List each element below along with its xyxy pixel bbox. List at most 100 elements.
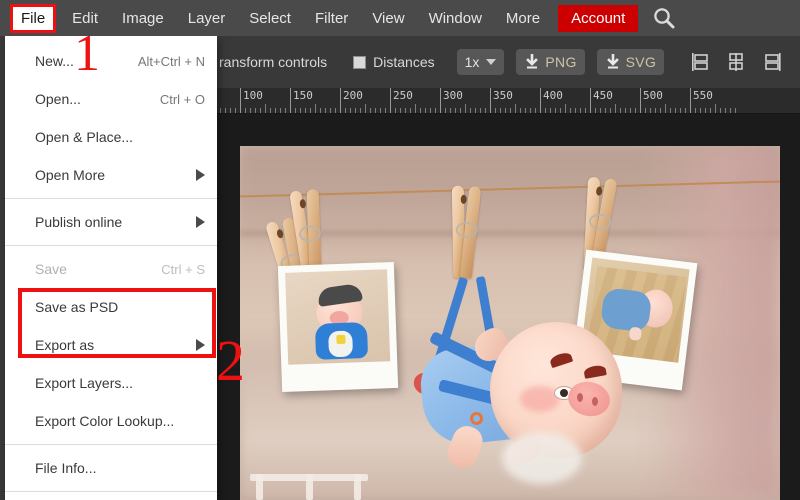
zoom-level-dropdown[interactable]: 1x <box>457 49 505 75</box>
menu-item-save: SaveCtrl + S <box>5 250 217 288</box>
align-button-group <box>690 51 784 73</box>
menu-item-shortcut: Ctrl + O <box>160 92 205 107</box>
pig-button <box>470 412 483 425</box>
ruler-label: 450 <box>593 89 613 102</box>
ruler-minor-tick <box>585 108 586 113</box>
ruler-minor-tick <box>265 104 266 113</box>
ruler-minor-tick <box>295 108 296 113</box>
menu-item-file-info[interactable]: File Info... <box>5 449 217 487</box>
menu-item-open-place[interactable]: Open & Place... <box>5 118 217 156</box>
clothespin-hole <box>299 199 306 209</box>
annotation-step-2: 2 <box>216 332 245 390</box>
ruler-minor-tick <box>380 108 381 113</box>
menu-item-export-layers[interactable]: Export Layers... <box>5 364 217 402</box>
menu-item-open-more[interactable]: Open More <box>5 156 217 194</box>
ruler-minor-tick <box>320 108 321 113</box>
menu-item-publish-online[interactable]: Publish online <box>5 203 217 241</box>
menu-item-new[interactable]: New...Alt+Ctrl + N <box>5 42 217 80</box>
document-image[interactable]: Piggy <box>240 146 780 500</box>
align-bottom-left-icon[interactable] <box>690 51 712 73</box>
ruler-minor-tick <box>405 108 406 113</box>
menu-item-export-color-lookup[interactable]: Export Color Lookup... <box>5 402 217 440</box>
ruler-minor-tick <box>505 108 506 113</box>
ruler-minor-tick <box>325 108 326 113</box>
ruler-minor-tick <box>570 108 571 113</box>
menu-item-label: Save <box>35 261 67 277</box>
menu-edit[interactable]: Edit <box>60 6 110 31</box>
ruler-minor-tick <box>315 104 316 113</box>
ruler-minor-tick <box>610 108 611 113</box>
search-icon[interactable] <box>652 6 676 30</box>
ruler-minor-tick <box>230 108 231 113</box>
ruler-minor-tick <box>605 108 606 113</box>
ruler-minor-tick <box>310 108 311 113</box>
ruler-major-tick <box>290 88 291 114</box>
ruler-minor-tick <box>725 108 726 113</box>
menu-image[interactable]: Image <box>110 6 176 31</box>
menu-more[interactable]: More <box>494 6 552 31</box>
align-bottom-center-icon[interactable] <box>726 51 748 73</box>
menu-layer[interactable]: Layer <box>176 6 238 31</box>
chevron-right-icon <box>196 339 205 351</box>
menu-filter[interactable]: Filter <box>303 6 360 31</box>
ruler-minor-tick <box>525 108 526 113</box>
canvas-area[interactable]: Piggy <box>215 114 800 500</box>
menu-file[interactable]: File <box>12 6 54 31</box>
account-button[interactable]: Account <box>558 5 638 32</box>
png-label: PNG <box>545 54 576 70</box>
ruler-minor-tick <box>705 108 706 113</box>
download-icon <box>524 54 540 71</box>
file-menu-dropdown[interactable]: New...Alt+Ctrl + NOpen...Ctrl + OOpen & … <box>5 36 217 500</box>
menu-view[interactable]: View <box>360 6 416 31</box>
zoom-level-value: 1x <box>465 54 480 70</box>
ruler-minor-tick <box>595 108 596 113</box>
ruler-minor-tick <box>510 108 511 113</box>
ruler-minor-tick <box>250 108 251 113</box>
ruler-minor-tick <box>455 108 456 113</box>
horizontal-ruler[interactable]: 100150200250300350400450500550 <box>215 88 800 114</box>
ruler-minor-tick <box>385 108 386 113</box>
ruler-minor-tick <box>330 108 331 113</box>
ruler-minor-tick <box>700 108 701 113</box>
ruler-minor-tick <box>270 108 271 113</box>
ruler-minor-tick <box>580 108 581 113</box>
ruler-major-tick <box>240 88 241 114</box>
ruler-major-tick <box>490 88 491 114</box>
menu-bar: File Edit Image Layer Select Filter View… <box>0 0 800 36</box>
ruler-major-tick <box>540 88 541 114</box>
background-fluff <box>502 432 582 484</box>
ruler-major-tick <box>640 88 641 114</box>
ruler-minor-tick <box>300 108 301 113</box>
export-svg-button[interactable]: SVG <box>597 49 664 75</box>
menu-item-export-as[interactable]: Export as <box>5 326 217 364</box>
menu-separator <box>5 245 217 246</box>
ruler-minor-tick <box>635 108 636 113</box>
ruler-minor-tick <box>425 108 426 113</box>
menu-item-label: Open More <box>35 167 105 183</box>
ruler-minor-tick <box>615 104 616 113</box>
menu-window[interactable]: Window <box>417 6 494 31</box>
export-png-button[interactable]: PNG <box>516 49 584 75</box>
rail-post <box>354 474 361 500</box>
align-bottom-right-icon[interactable] <box>762 51 784 73</box>
ruler-minor-tick <box>710 108 711 113</box>
distances-checkbox[interactable]: Distances <box>353 54 434 70</box>
ruler-minor-tick <box>420 108 421 113</box>
menu-item-save-as-psd[interactable]: Save as PSD <box>5 288 217 326</box>
distances-checkbox-box[interactable] <box>353 56 366 69</box>
ruler-minor-tick <box>260 108 261 113</box>
ruler-minor-tick <box>730 108 731 113</box>
ruler-major-tick <box>590 88 591 114</box>
menu-item-open[interactable]: Open...Ctrl + O <box>5 80 217 118</box>
pig-nostril <box>592 397 598 406</box>
menu-select[interactable]: Select <box>237 6 303 31</box>
ruler-minor-tick <box>335 108 336 113</box>
rail-post <box>306 474 313 500</box>
ruler-minor-tick <box>530 108 531 113</box>
distances-label: Distances <box>373 54 434 70</box>
svg-label: SVG <box>626 54 656 70</box>
clothespin-center <box>451 186 480 279</box>
ruler-minor-tick <box>535 108 536 113</box>
ruler-minor-tick <box>735 108 736 113</box>
polaroid-left-pig <box>310 286 375 362</box>
